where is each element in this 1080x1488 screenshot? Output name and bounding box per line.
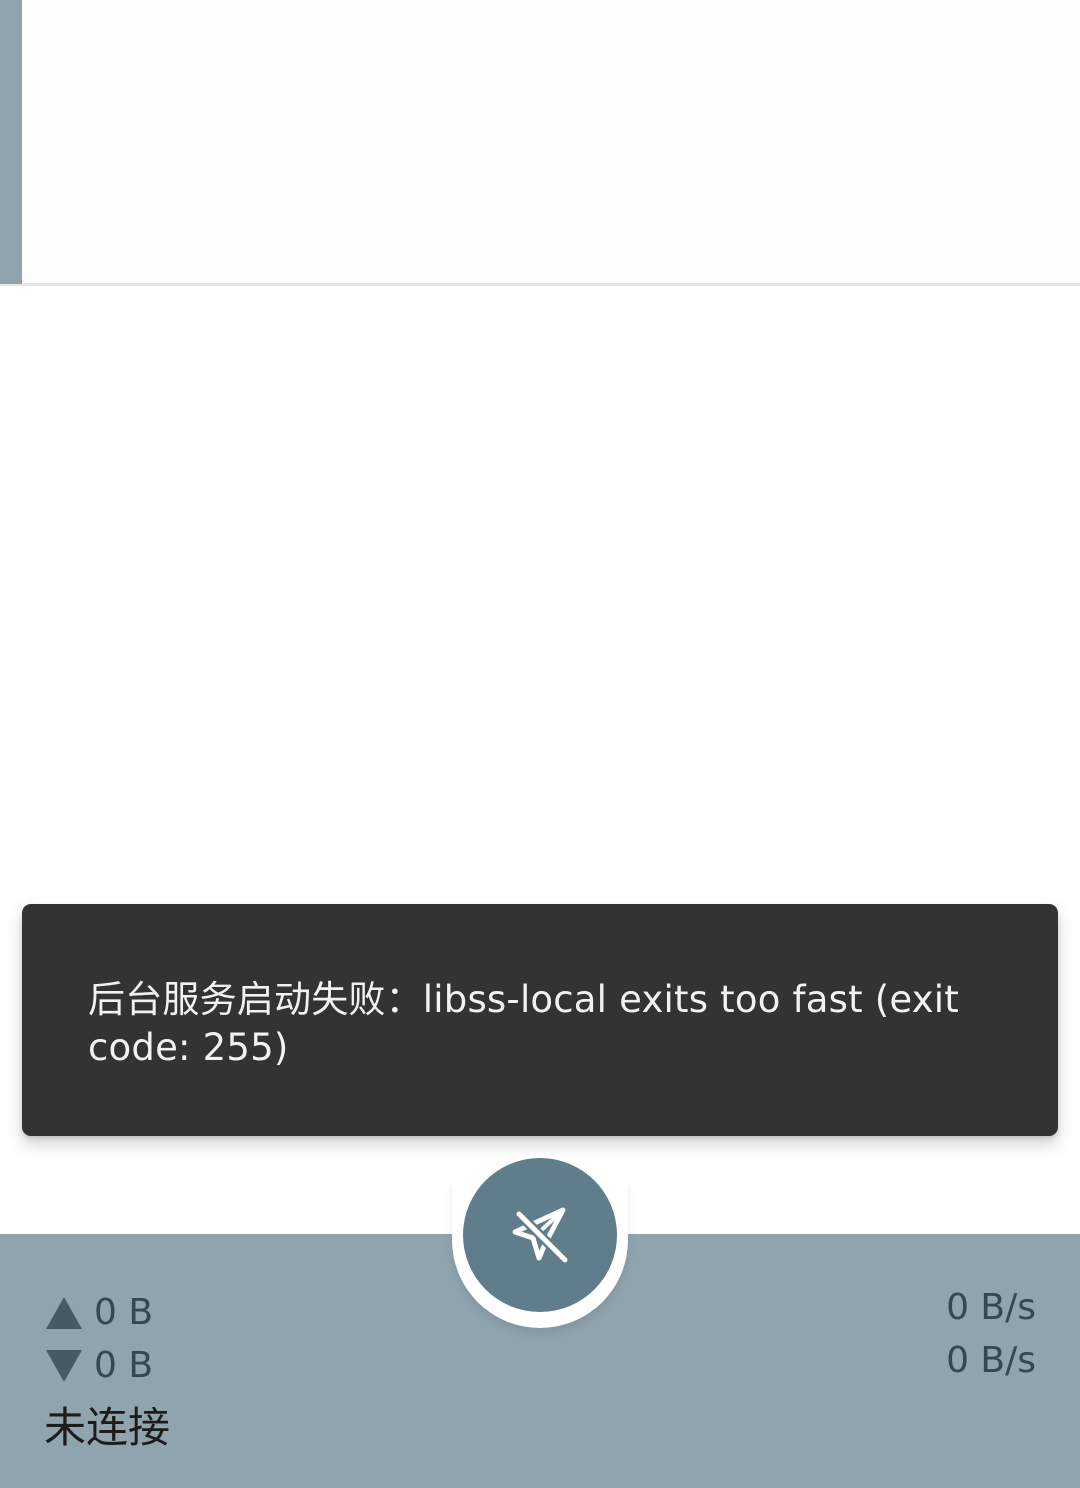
download-arrow-icon: [44, 1348, 84, 1384]
selected-profile-indicator: [0, 0, 22, 284]
traffic-totals: 0 B 0 B 未连接: [44, 1286, 170, 1455]
connect-fab-button[interactable]: [463, 1158, 617, 1312]
plane-off-icon: [512, 1207, 569, 1264]
upload-total-row: 0 B: [44, 1286, 170, 1339]
upload-arrow-icon: [44, 1295, 84, 1331]
upload-speed-value: 0 B/s: [946, 1287, 1036, 1328]
connection-status: 未连接: [44, 1403, 171, 1452]
profile-card[interactable]: [0, 0, 1080, 286]
error-snackbar: 后台服务启动失败：libss-local exits too fast (exi…: [22, 904, 1058, 1136]
main-screen: 后台服务启动失败：libss-local exits too fast (exi…: [0, 0, 1080, 1488]
upload-total-value: 0 B: [94, 1292, 154, 1333]
download-total-value: 0 B: [94, 1345, 154, 1386]
download-total-row: 0 B: [44, 1339, 170, 1392]
traffic-speeds: 0 B/s 0 B/s: [946, 1286, 1036, 1392]
download-speed-value: 0 B/s: [946, 1340, 1036, 1381]
snackbar-message: 后台服务启动失败：libss-local exits too fast (exi…: [88, 978, 959, 1069]
